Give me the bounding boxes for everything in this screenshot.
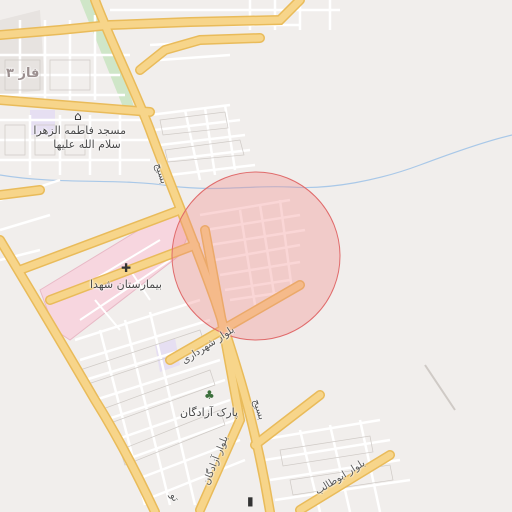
mosque-label-line2: سلام الله علیها [53,138,121,151]
mosque-label[interactable]: مسجد فاطمه الزهرا سلام الله علیها [33,124,126,152]
search-radius-circle [171,171,341,341]
mosque-icon[interactable]: ⌂ [74,110,82,122]
hospital-label[interactable]: بیمارستان شهدا [90,278,162,292]
track-line [424,364,456,411]
gray-block [0,10,45,95]
map-canvas[interactable]: فاز ۳ ⌂ مسجد فاطمه الزهرا سلام الله علیه… [0,0,512,512]
district-label: فاز ۳ [6,66,40,81]
mosque-label-line1: مسجد فاطمه الزهرا [33,124,126,137]
park-label[interactable]: پارک آزادگان [180,406,238,420]
shop-icon[interactable]: ▮ [247,495,254,507]
map-base-layer [0,0,512,512]
tree-icon[interactable]: ♣ [204,389,215,401]
hospital-cross-icon[interactable]: ✚ [121,262,131,274]
